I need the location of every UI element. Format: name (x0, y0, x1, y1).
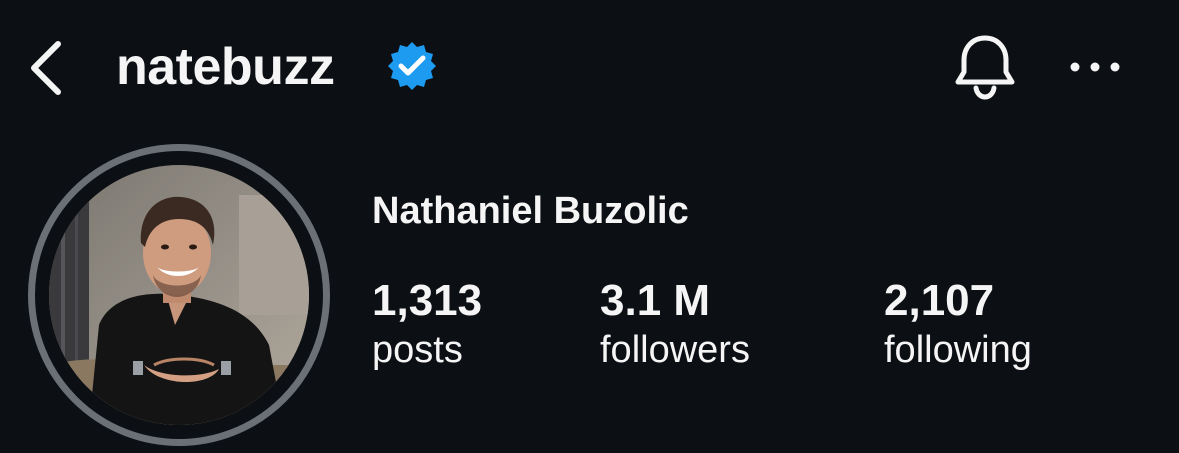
posts-stat[interactable]: 1,313 posts (372, 276, 482, 373)
avatar[interactable] (28, 144, 330, 446)
posts-label: posts (372, 329, 463, 371)
more-options-button[interactable] (1066, 50, 1124, 84)
profile-photo (49, 165, 309, 425)
following-label: following (884, 329, 1032, 371)
profile-full-name: Nathaniel Buzolic (372, 190, 689, 232)
profile-header: natebuzz (0, 0, 1179, 140)
chevron-left-icon (31, 41, 61, 95)
back-button[interactable] (22, 36, 70, 100)
following-stat[interactable]: 2,107 following (884, 276, 1032, 373)
posts-count: 1,313 (372, 276, 483, 325)
following-count: 2,107 (884, 276, 995, 325)
followers-stat[interactable]: 3.1 M followers (600, 276, 750, 373)
notifications-button[interactable] (950, 32, 1020, 102)
more-horizontal-icon (1070, 62, 1120, 72)
verified-badge-icon (386, 40, 438, 92)
followers-count: 3.1 M (600, 276, 711, 325)
followers-label: followers (600, 329, 750, 371)
profile-username: natebuzz (116, 38, 335, 96)
bell-icon (955, 35, 1015, 100)
